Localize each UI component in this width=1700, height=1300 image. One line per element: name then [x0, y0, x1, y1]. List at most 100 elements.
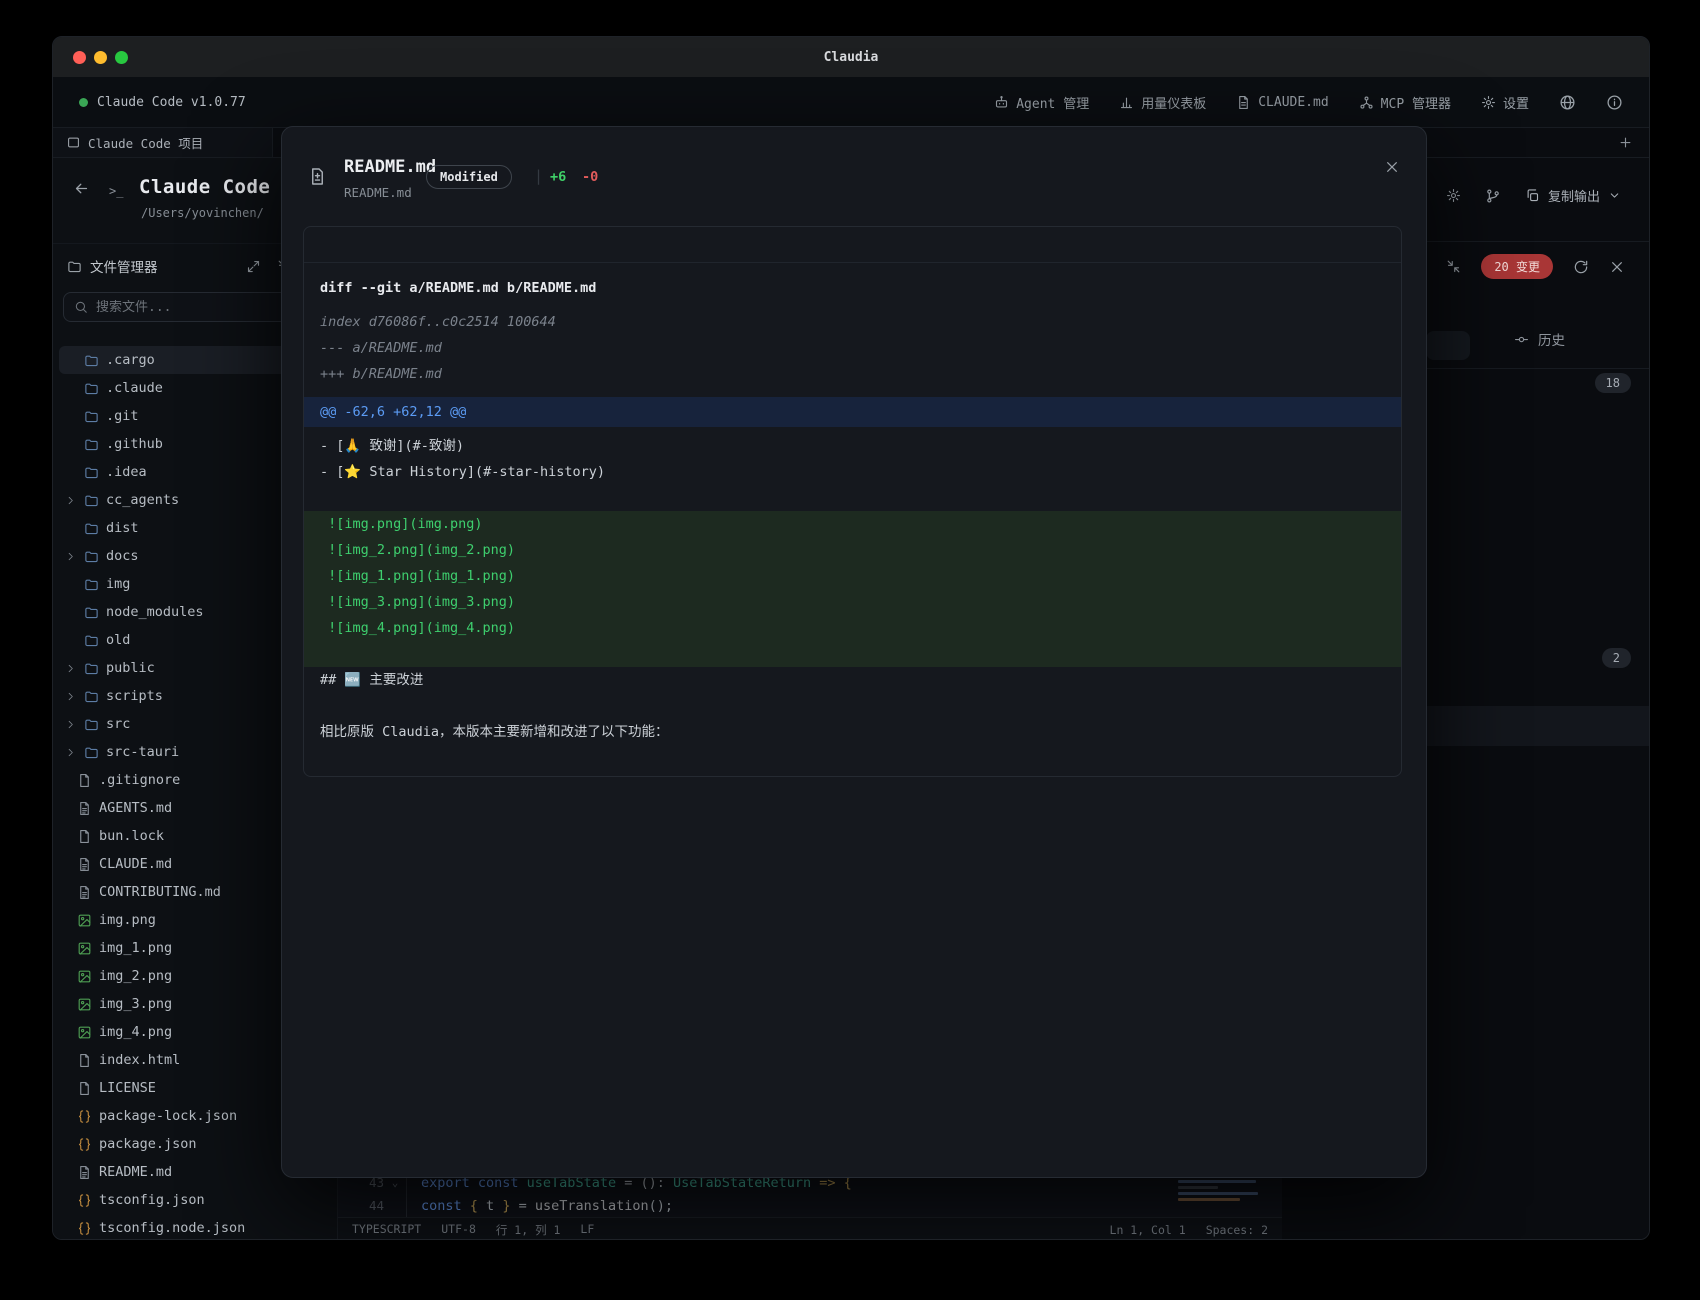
window-title: Claudia: [53, 50, 1649, 65]
output-toolbar: 复制输出: [1446, 186, 1621, 205]
changes-badge[interactable]: 20 变更: [1481, 254, 1553, 279]
menu-item-bar-chart[interactable]: 用量仪表板: [1119, 93, 1206, 112]
tree-item-label: AGENTS.md: [99, 800, 172, 816]
search-input[interactable]: [96, 300, 266, 315]
folder-icon: [84, 549, 99, 564]
tree-item-label: index.html: [99, 1052, 180, 1068]
globe-icon: [1559, 94, 1576, 111]
tree-item-label: bun.lock: [99, 828, 164, 844]
tree-item-label: src: [106, 716, 130, 732]
back-button[interactable]: [73, 180, 90, 197]
app-header: Claude Code v1.0.77 Agent 管理 用量仪表板 CLAUDE.…: [53, 77, 1649, 128]
menu-item-globe[interactable]: [1559, 94, 1576, 111]
modified-badge: Modified: [426, 165, 512, 189]
changes-toolbar: 20 变更: [1411, 254, 1625, 279]
diff-line-context: - [🙏 致谢](#-致谢): [304, 433, 1401, 459]
git-commit-icon: [1514, 332, 1529, 347]
diff-line-added: [304, 641, 1401, 667]
tree-item-label: img_2.png: [99, 968, 172, 984]
file-icon: [77, 1053, 92, 1068]
tree-item[interactable]: tsconfig.node.json: [59, 1214, 331, 1240]
image-icon: [77, 1025, 92, 1040]
chevron-right-icon: [65, 691, 77, 702]
minimap[interactable]: [1178, 1174, 1270, 1216]
menu-item-file-text[interactable]: CLAUDE.md: [1236, 95, 1328, 110]
code-editor[interactable]: 43⌄export const useTabState = (): UseTab…: [338, 1171, 1282, 1240]
diff-line-context: - [⭐ Star History](#-star-history): [304, 459, 1401, 485]
doc-icon: [77, 885, 92, 900]
copy-icon: [1525, 188, 1540, 203]
json-icon: [77, 1137, 92, 1152]
modal-subtitle: README.md: [344, 185, 412, 200]
folder-icon: [84, 633, 99, 648]
status-right: Ln 1, Col 1Spaces: 2: [1110, 1223, 1268, 1237]
tree-item-label: dist: [106, 520, 139, 536]
tree-item-label: LICENSE: [99, 1080, 156, 1096]
new-tab-button[interactable]: [1618, 135, 1633, 150]
app-window: Claudia Claude Code v1.0.77 Agent 管理 用量仪表…: [52, 36, 1650, 1240]
diff-line-added: ![img_1.png](img_1.png): [304, 563, 1401, 589]
status-dot-icon: [79, 98, 88, 107]
minimize-button[interactable]: [1446, 259, 1461, 274]
filter-button[interactable]: [1426, 331, 1470, 360]
expand-panel-button[interactable]: [246, 259, 261, 274]
tree-item-label: tsconfig.json: [99, 1192, 205, 1208]
diff-line-added: ![img_3.png](img_3.png): [304, 589, 1401, 615]
folder-icon: [67, 259, 82, 274]
deletions-count: -0: [582, 169, 598, 185]
diff-panel: diff --git a/README.md b/README.mdindex …: [303, 226, 1402, 777]
image-icon: [77, 941, 92, 956]
tree-item-label: .gitignore: [99, 772, 180, 788]
tree-item-label: CONTRIBUTING.md: [99, 884, 221, 900]
app-version: Claude Code v1.0.77: [79, 95, 246, 110]
menu-item-gear[interactable]: 设置: [1481, 93, 1529, 112]
tree-item[interactable]: tsconfig.json: [59, 1186, 331, 1214]
chevron-right-icon: [65, 551, 77, 562]
diff-line-added: ![img_4.png](img_4.png): [304, 615, 1401, 641]
diff-panel-header: [304, 227, 1401, 263]
json-icon: [77, 1193, 92, 1208]
folder-icon: [84, 577, 99, 592]
diff-line-meta: +++ b/README.md: [304, 363, 1401, 389]
tree-item-label: scripts: [106, 688, 163, 704]
search-icon: [74, 300, 88, 314]
refresh-button[interactable]: [1573, 259, 1589, 275]
status-left: TYPESCRIPTUTF-8行 1, 列 1LF: [352, 1222, 594, 1238]
gear-icon: [1481, 95, 1496, 110]
diff-line-blank: [304, 485, 1401, 511]
copy-output-button[interactable]: 复制输出: [1525, 186, 1621, 205]
menu-item-bot[interactable]: Agent 管理: [994, 93, 1089, 112]
diff-line-meta: --- a/README.md: [304, 337, 1401, 363]
project-tab-icon: [67, 136, 80, 149]
settings-icon-button[interactable]: [1446, 188, 1461, 203]
tab-project[interactable]: Claude Code 项目: [53, 128, 273, 157]
count-badge-bottom: 2: [1602, 648, 1631, 668]
tree-item-label: old: [106, 632, 130, 648]
close-panel-button[interactable]: [1609, 259, 1625, 275]
doc-icon: [77, 801, 92, 816]
folder-icon: [84, 493, 99, 508]
tree-item-label: img_3.png: [99, 996, 172, 1012]
git-branch-button[interactable]: [1485, 188, 1501, 204]
modal-header: README.md README.md Modified | +6 -0: [282, 127, 1426, 225]
menu-item-info[interactable]: [1606, 94, 1623, 111]
close-modal-button[interactable]: [1384, 159, 1400, 175]
tree-item-label: node_modules: [106, 604, 204, 620]
diff-line-added: ![img_2.png](img_2.png): [304, 537, 1401, 563]
file-icon: [77, 829, 92, 844]
folder-icon: [84, 521, 99, 536]
tree-item-label: img_1.png: [99, 940, 172, 956]
folder-icon: [84, 661, 99, 676]
tree-item-label: .cargo: [106, 352, 155, 368]
tab-history[interactable]: 历史: [1514, 329, 1565, 349]
doc-icon: [77, 1165, 92, 1180]
chevron-right-icon: [65, 719, 77, 730]
tree-item-label: src-tauri: [106, 744, 179, 760]
terminal-prompt-icon: >_: [109, 184, 123, 198]
tree-item-label: .git: [106, 408, 139, 424]
menu-item-network[interactable]: MCP 管理器: [1359, 93, 1451, 112]
diff-line-context: ## 🆕 主要改进: [304, 667, 1401, 693]
folder-icon: [84, 381, 99, 396]
tree-item-label: public: [106, 660, 155, 676]
json-icon: [77, 1109, 92, 1124]
